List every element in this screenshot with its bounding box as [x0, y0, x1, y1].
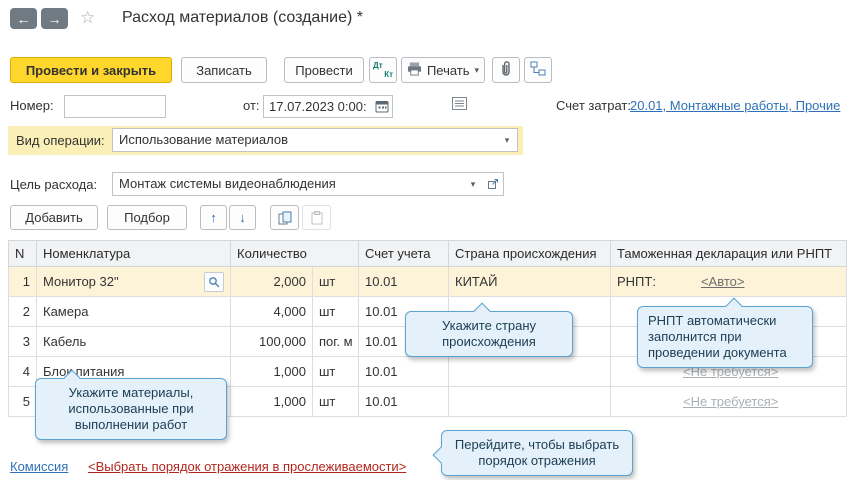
col-header-account: Счет учета: [359, 241, 449, 267]
operation-combo[interactable]: Использование материалов ▾: [112, 128, 518, 152]
open-icon[interactable]: [483, 173, 503, 195]
table-row[interactable]: 1 Монитор 32" 2,000 шт 10.01 КИТАЙ РНПТ:…: [9, 267, 847, 297]
post-and-close-button[interactable]: Провести и закрыть: [10, 57, 172, 83]
number-field-wrap: [64, 95, 166, 118]
not-required-link[interactable]: <Не требуется>: [683, 394, 778, 409]
operation-label: Вид операции:: [16, 133, 105, 148]
number-input[interactable]: [65, 96, 165, 117]
move-up-icon[interactable]: ↑: [200, 205, 227, 230]
date-field-wrap: [263, 95, 393, 118]
hint-specify-materials: Укажите материалы, использованные при вы…: [35, 378, 227, 440]
printer-icon: [407, 62, 422, 79]
pick-button[interactable]: Подбор: [107, 205, 187, 230]
rnpt-auto-link[interactable]: <Авто>: [701, 274, 745, 289]
back-button[interactable]: ←: [10, 8, 37, 29]
document-movements-icon[interactable]: [452, 97, 467, 113]
number-label: Номер:: [10, 98, 54, 113]
structure-icon: [530, 61, 546, 79]
paste-row-icon[interactable]: [302, 205, 331, 230]
move-down-icon[interactable]: ↓: [229, 205, 256, 230]
forward-button[interactable]: →: [41, 8, 68, 29]
hint-rnpt-autofill: РНПТ автоматически заполнится при провед…: [637, 306, 813, 368]
hint-country-of-origin: Укажите страну происхождения: [405, 311, 573, 357]
date-input[interactable]: [264, 96, 372, 117]
paperclip-icon: [499, 61, 513, 80]
related-documents-button[interactable]: [524, 57, 552, 83]
from-label: от:: [243, 98, 260, 113]
attachments-button[interactable]: [492, 57, 520, 83]
chevron-down-icon[interactable]: ▾: [463, 173, 483, 195]
col-header-nomenclature: Номенклатура: [37, 241, 231, 267]
cost-account-label: Счет затрат:: [556, 98, 631, 113]
hint-reflection-order: Перейдите, чтобы выбрать порядок отражен…: [441, 430, 633, 476]
purpose-label: Цель расхода:: [10, 177, 97, 192]
cost-account-link[interactable]: 20.01, Монтажные работы, Прочие: [630, 98, 840, 113]
favorite-star-icon[interactable]: ☆: [80, 8, 95, 28]
copy-row-icon[interactable]: [270, 205, 299, 230]
print-button[interactable]: Печать ▾: [401, 57, 485, 83]
col-header-declaration: Таможенная декларация или РНПТ: [611, 241, 847, 267]
add-row-button[interactable]: Добавить: [10, 205, 98, 230]
calendar-icon[interactable]: [372, 96, 392, 117]
traceability-order-link[interactable]: <Выбрать порядок отражения в прослеживае…: [88, 459, 406, 474]
document-window: ← → ☆ Расход материалов (создание) * Про…: [0, 0, 854, 480]
rnpt-label: РНПТ:: [617, 274, 656, 289]
commission-link[interactable]: Комиссия: [10, 459, 68, 474]
chevron-down-icon: ▾: [475, 65, 480, 76]
col-header-n: N: [9, 241, 37, 267]
page-title: Расход материалов (создание) *: [122, 9, 363, 27]
col-header-country: Страна происхождения: [449, 241, 611, 267]
dtkt-icon: ДтКт: [373, 61, 393, 79]
post-button[interactable]: Провести: [284, 57, 364, 83]
purpose-combo[interactable]: Монтаж системы видеонаблюдения ▾: [112, 172, 504, 196]
magnifier-icon[interactable]: [204, 272, 224, 292]
col-header-quantity: Количество: [231, 241, 359, 267]
table-header-row: N Номенклатура Количество Счет учета Стр…: [9, 241, 847, 267]
chevron-down-icon[interactable]: ▾: [497, 129, 517, 151]
dtkt-postings-button[interactable]: ДтКт: [369, 57, 397, 83]
write-button[interactable]: Записать: [181, 57, 267, 83]
hint-pointer: [433, 447, 450, 464]
